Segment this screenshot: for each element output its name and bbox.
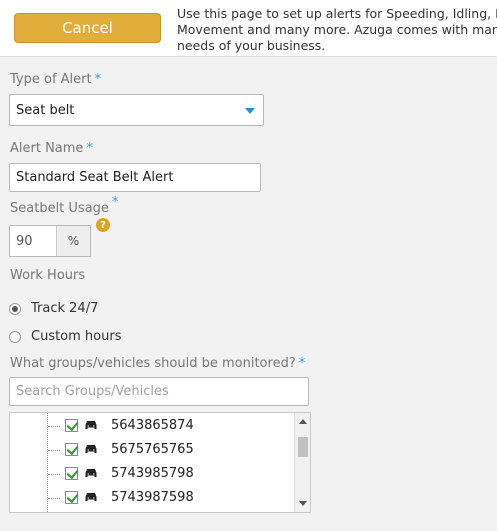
seatbelt-usage-field[interactable]: 90 %: [9, 225, 91, 257]
vehicle-id: 5675765765: [111, 442, 194, 457]
cancel-button[interactable]: Cancel: [14, 13, 161, 43]
scroll-up-icon[interactable]: [299, 419, 307, 424]
alert-name-label-text: Alert Name: [10, 141, 84, 156]
radio-track-24-7[interactable]: Track 24/7: [9, 301, 98, 316]
radio-label: Custom hours: [31, 329, 122, 344]
checkbox-icon[interactable]: [65, 467, 78, 480]
car-icon: [85, 469, 97, 477]
required-mark: *: [94, 72, 102, 87]
alert-name-label: Alert Name *: [10, 141, 93, 156]
alert-type-label-text: Type of Alert: [10, 72, 92, 87]
top-bar: Cancel Use this page to set up alerts fo…: [0, 0, 497, 57]
tree-row[interactable]: 5743985798: [10, 463, 295, 485]
chevron-down-icon: [245, 108, 255, 114]
vehicle-tree: 5643865874 5675765765 5743985798 5743987…: [9, 412, 311, 513]
intro-line-2: Movement and many more. Azuga comes with…: [177, 22, 497, 37]
vehicle-id: 5643865874: [111, 418, 194, 433]
tree-row[interactable]: 5743987598: [10, 487, 295, 509]
intro-line-3: needs of your business.: [177, 38, 326, 53]
alert-type-label: Type of Alert *: [10, 72, 101, 87]
groups-label-text: What groups/vehicles should be monitored…: [10, 356, 296, 371]
alert-type-select[interactable]: Seat belt: [9, 94, 264, 126]
radio-button[interactable]: [9, 330, 21, 343]
checkbox-icon[interactable]: [65, 419, 78, 432]
tree-branch: [48, 426, 60, 427]
groups-label: What groups/vehicles should be monitored…: [10, 356, 305, 371]
required-mark: *: [111, 195, 119, 210]
scroll-thumb[interactable]: [298, 437, 308, 457]
tree-row[interactable]: 5675765765: [10, 439, 295, 461]
alert-name-input[interactable]: [9, 163, 261, 192]
radio-button[interactable]: [9, 302, 21, 315]
scroll-down-icon[interactable]: [299, 501, 307, 506]
required-mark: *: [298, 356, 306, 371]
percent-unit: %: [57, 226, 90, 256]
seatbelt-usage-label-text: Seatbelt Usage: [10, 201, 109, 216]
radio-custom-hours[interactable]: Custom hours: [9, 329, 122, 344]
tree-row[interactable]: 5643865874: [10, 415, 295, 437]
groups-search-input[interactable]: [9, 377, 309, 406]
vehicle-id: 5743987598: [111, 490, 194, 505]
car-icon: [85, 493, 97, 501]
help-icon[interactable]: ?: [96, 218, 110, 232]
tree-branch: [48, 498, 60, 499]
seatbelt-usage-input[interactable]: 90: [10, 226, 57, 256]
tree-branch: [48, 474, 60, 475]
radio-label: Track 24/7: [31, 301, 99, 316]
car-icon: [85, 421, 97, 429]
vehicle-id: 5743985798: [111, 466, 194, 481]
tree-scrollbar[interactable]: [294, 413, 310, 512]
required-mark: *: [86, 141, 93, 156]
checkbox-icon[interactable]: [65, 443, 78, 456]
car-icon: [85, 445, 97, 453]
intro-text: Use this page to set up alerts for Speed…: [177, 6, 497, 54]
work-hours-label: Work Hours: [10, 268, 86, 283]
seatbelt-usage-label: Seatbelt Usage *: [10, 195, 118, 216]
intro-line-1: Use this page to set up alerts for Speed…: [177, 6, 497, 21]
tree-branch: [48, 450, 60, 451]
alert-type-value: Seat belt: [16, 102, 75, 118]
checkbox-icon[interactable]: [65, 491, 78, 504]
